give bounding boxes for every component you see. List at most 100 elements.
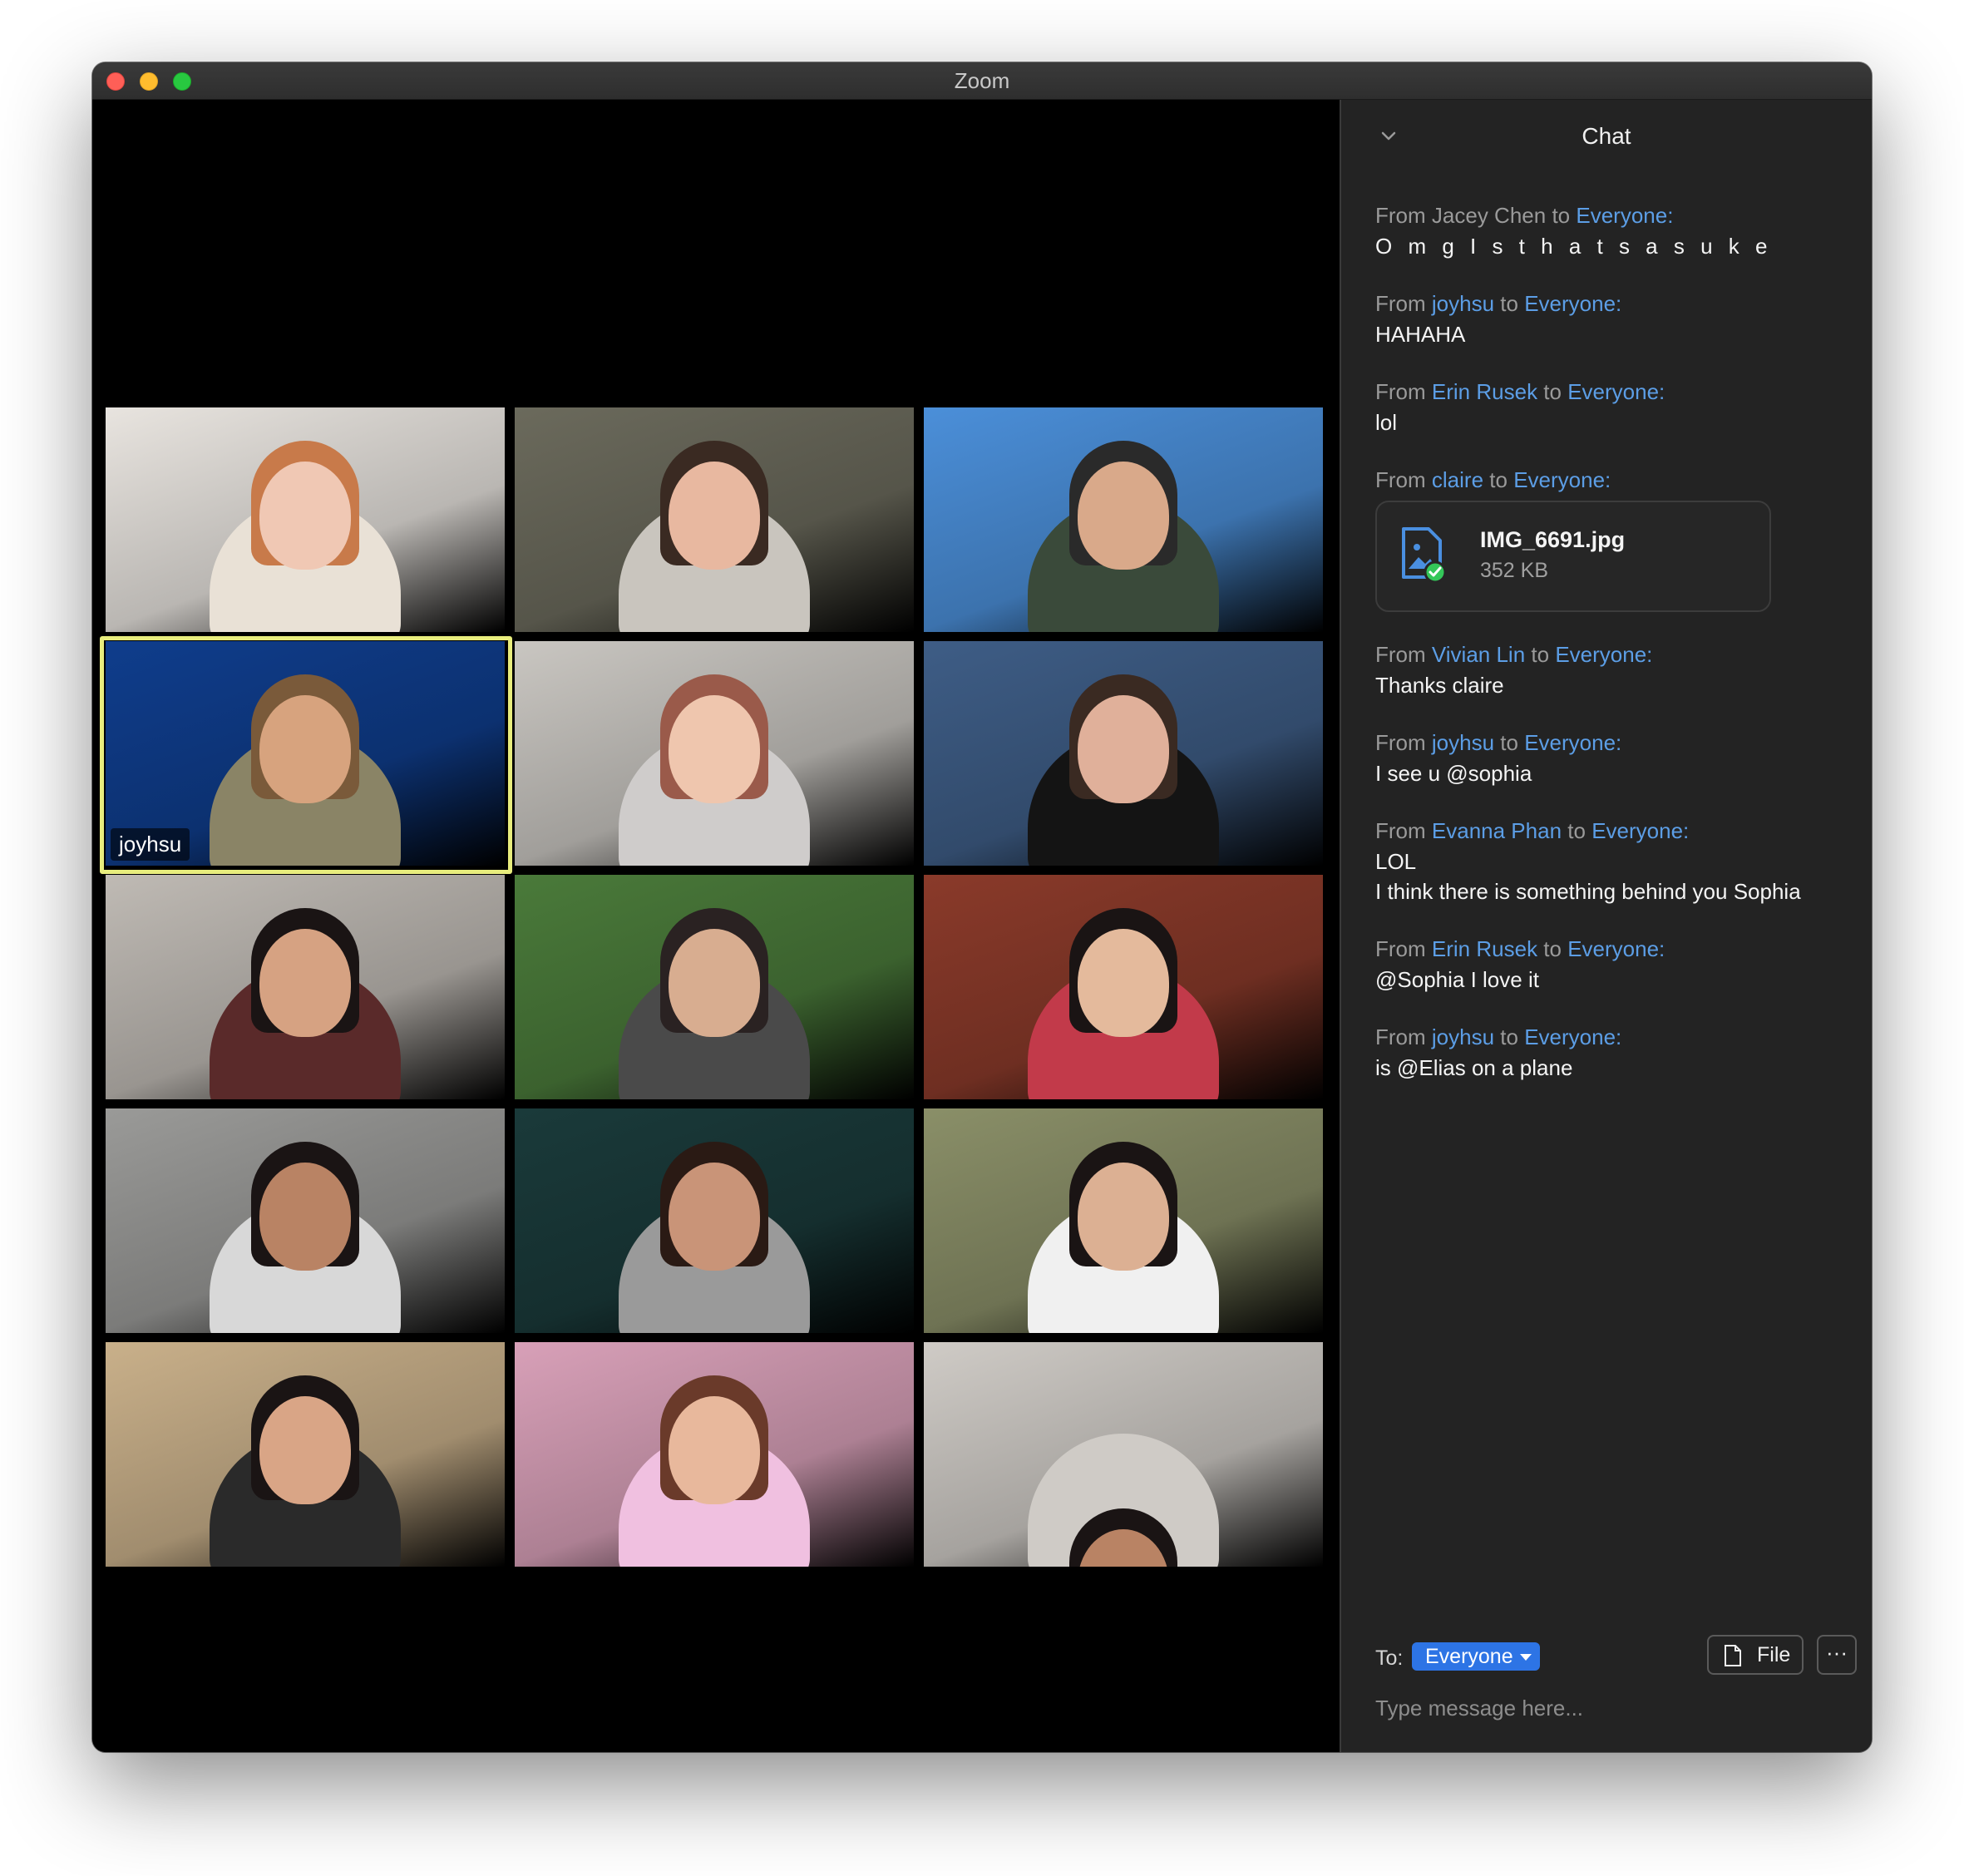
recipient-name: Everyone: [1524, 291, 1622, 316]
to-word: to [1500, 1024, 1518, 1049]
participant-face [669, 1396, 760, 1504]
sender-name[interactable]: Erin Rusek [1432, 936, 1537, 961]
sender-name[interactable]: Jacey Chen [1432, 203, 1546, 228]
file-attachment-card[interactable]: IMG_6691.jpg 352 KB [1375, 501, 1771, 612]
chat-message-text: I see u @sophia [1375, 761, 1532, 786]
participant-face [1078, 462, 1169, 570]
image-file-icon [1402, 527, 1447, 584]
window-title: Zoom [954, 68, 1010, 93]
sender-name[interactable]: Erin Rusek [1432, 379, 1537, 404]
chat-message-text: is @Elias on a plane [1375, 1055, 1573, 1080]
chat-message-header: From joyhsu to Everyone: [1375, 1021, 1858, 1053]
participant-video-tile[interactable] [515, 1108, 914, 1333]
participant-face [259, 929, 351, 1037]
recipient-name: Everyone: [1591, 818, 1690, 843]
from-prefix: From [1375, 467, 1426, 492]
sender-name[interactable]: Vivian Lin [1432, 642, 1525, 667]
participant-face [669, 929, 760, 1037]
more-icon: ··· [1826, 1640, 1848, 1665]
participant-video-tile[interactable] [924, 875, 1323, 1099]
chat-message: From claire to Everyone: IMG_6691.jpg 352 … [1375, 464, 1858, 612]
participant-face [259, 462, 351, 570]
from-prefix: From [1375, 818, 1426, 843]
participant-video-tile[interactable] [515, 875, 914, 1099]
from-prefix: From [1375, 642, 1426, 667]
participant-video-tile[interactable] [924, 641, 1323, 866]
chat-message-text: Thanks claire [1375, 673, 1504, 698]
more-options-button[interactable]: ··· [1817, 1635, 1857, 1675]
participant-video-tile[interactable] [924, 1108, 1323, 1333]
participant-video-tile[interactable] [924, 407, 1323, 632]
participant-video-tile[interactable] [515, 1342, 914, 1567]
to-word: to [1567, 818, 1586, 843]
recipient-value: Everyone [1425, 1645, 1513, 1668]
chat-message-header: From joyhsu to Everyone: [1375, 727, 1858, 758]
to-word: to [1552, 203, 1571, 228]
recipient-name: Everyone: [1555, 642, 1653, 667]
sender-name[interactable]: claire [1432, 467, 1483, 492]
to-word: to [1500, 730, 1518, 755]
chat-message: From Erin Rusek to Everyone: @Sophia I lo… [1375, 933, 1858, 995]
chat-message-header: From claire to Everyone: [1375, 464, 1858, 496]
participant-video-tile[interactable] [515, 641, 914, 866]
to-word: to [1531, 642, 1550, 667]
chat-message-list: From Jacey Chen to Everyone: O m g I s t … [1375, 200, 1858, 1109]
participant-face [259, 1396, 351, 1504]
chat-message: From Erin Rusek to Everyone: lol [1375, 376, 1858, 437]
participant-video-tile[interactable] [106, 875, 505, 1099]
document-icon [1725, 1645, 1741, 1666]
chat-message-text: I think there is something behind you So… [1375, 879, 1801, 904]
sender-name[interactable]: joyhsu [1432, 291, 1494, 316]
from-prefix: From [1375, 379, 1426, 404]
file-button[interactable]: File [1707, 1635, 1804, 1675]
recipient-name: Everyone: [1567, 936, 1665, 961]
participant-face [669, 462, 760, 570]
recipient-name: Everyone: [1524, 1024, 1622, 1049]
participant-face [259, 695, 351, 803]
chat-message-text: @Sophia I love it [1375, 967, 1539, 992]
participant-video-tile[interactable]: joyhsu [106, 641, 505, 866]
participant-face [1078, 929, 1169, 1037]
sender-name[interactable]: joyhsu [1432, 730, 1494, 755]
sender-name[interactable]: joyhsu [1432, 1024, 1494, 1049]
file-size: 352 KB [1480, 559, 1549, 582]
chat-header: Chat [1341, 100, 1872, 175]
participant-video-tile[interactable] [106, 407, 505, 632]
chat-title: Chat [1582, 123, 1631, 149]
participant-video-tile[interactable] [924, 1342, 1323, 1567]
sender-name[interactable]: Evanna Phan [1432, 818, 1562, 843]
chat-message-header: From joyhsu to Everyone: [1375, 288, 1858, 319]
from-prefix: From [1375, 1024, 1426, 1049]
chat-panel: Chat From Jacey Chen to Everyone: O m g I… [1340, 100, 1872, 1752]
participant-face [669, 1163, 760, 1271]
chat-message: From Vivian Lin to Everyone: Thanks clair… [1375, 639, 1858, 700]
to-word: to [1489, 467, 1508, 492]
participant-video-tile[interactable] [106, 1108, 505, 1333]
message-input[interactable] [1375, 1690, 1841, 1726]
from-prefix: From [1375, 936, 1426, 961]
title-bar: Zoom [92, 62, 1872, 100]
chat-message-header: From Jacey Chen to Everyone: [1375, 200, 1858, 231]
to-word: to [1543, 936, 1562, 961]
zoom-window: Zoom joyhsu Chat From Jacey Chen to Ever… [92, 62, 1872, 1752]
recipient-name: Everyone: [1524, 730, 1622, 755]
participant-face [669, 695, 760, 803]
gallery-view: joyhsu [92, 100, 1340, 1752]
chat-message: From Jacey Chen to Everyone: O m g I s t … [1375, 200, 1858, 261]
chat-message-text: lol [1375, 410, 1398, 435]
chat-message-header: From Erin Rusek to Everyone: [1375, 933, 1858, 965]
participant-face [259, 1163, 351, 1271]
chat-message-header: From Evanna Phan to Everyone: [1375, 815, 1858, 847]
recipient-name: Everyone: [1576, 203, 1674, 228]
chat-message-text: HAHAHA [1375, 322, 1466, 347]
participant-video-tile[interactable] [515, 407, 914, 632]
chat-message-header: From Vivian Lin to Everyone: [1375, 639, 1858, 670]
chat-message: From joyhsu to Everyone: HAHAHA [1375, 288, 1858, 349]
from-prefix: From [1375, 203, 1426, 228]
participant-video-tile[interactable] [106, 1342, 505, 1567]
participant-face [1078, 695, 1169, 803]
chat-message: From Evanna Phan to Everyone: LOL I think … [1375, 815, 1858, 906]
recipient-dropdown[interactable]: Everyone [1412, 1642, 1540, 1671]
chat-message-text: O m g I s t h a t s a s u k e [1375, 234, 1773, 259]
file-button-label: File [1757, 1643, 1791, 1666]
